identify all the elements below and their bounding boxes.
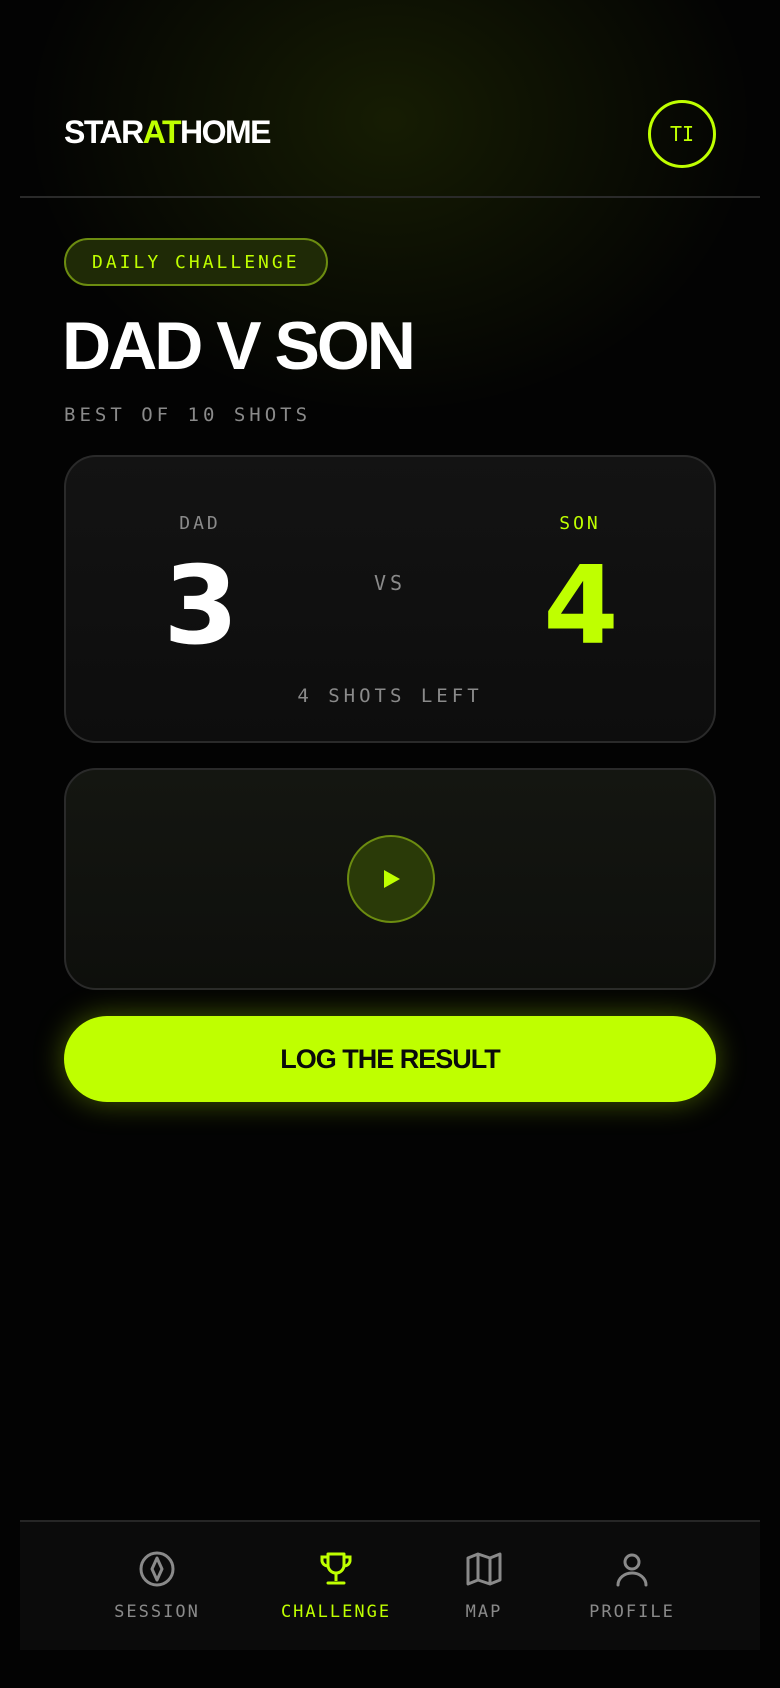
nav-item-challenge[interactable]: CHALLENGE (261, 1550, 411, 1622)
page-title: DAD V SON (62, 308, 416, 384)
challenge-subtitle: BEST OF 10 SHOTS (64, 404, 312, 426)
compass-icon (139, 1551, 175, 1587)
player1-name: DAD (179, 513, 221, 534)
nav-item-session[interactable]: SESSION (82, 1550, 232, 1622)
nav-item-profile[interactable]: PROFILE (557, 1550, 707, 1622)
map-icon (466, 1552, 502, 1586)
nav-label-profile: PROFILE (589, 1602, 675, 1622)
player2-score: 4 (543, 544, 618, 669)
user-icon (616, 1553, 648, 1587)
shots-left-counter: 4 SHOTS LEFT (297, 685, 483, 707)
app-logo[interactable]: STARATHOME (64, 114, 272, 151)
nav-label-challenge: CHALLENGE (280, 1602, 392, 1622)
daily-challenge-badge: DAILY CHALLENGE (64, 238, 328, 286)
logo-text-star: STAR (64, 114, 144, 150)
logo-text-at: AT (142, 114, 182, 150)
app-frame: STARATHOME TI DAILY CHALLENGE DAD V SON … (20, 0, 760, 1688)
bottom-nav: SESSION CHALLENGE MAP PROFILE (20, 1520, 760, 1650)
scoreboard-card: DAD 3 VS SON 4 4 SHOTS LEFT (64, 455, 716, 743)
trophy-icon (320, 1552, 352, 1585)
app-header: STARATHOME TI (20, 0, 760, 198)
player1-score: 3 (163, 544, 238, 669)
nav-label-map: MAP (465, 1602, 503, 1622)
log-result-button[interactable]: LOG THE RESULT (64, 1016, 716, 1102)
player2-name: SON (559, 513, 601, 534)
nav-item-map[interactable]: MAP (409, 1550, 559, 1622)
play-button[interactable] (347, 835, 435, 923)
nav-label-session: SESSION (114, 1602, 200, 1622)
vs-label: VS (373, 571, 407, 595)
play-icon (384, 870, 400, 888)
avatar[interactable]: TI (648, 100, 716, 168)
video-player[interactable] (64, 768, 716, 990)
logo-text-home: HOME (180, 114, 272, 150)
